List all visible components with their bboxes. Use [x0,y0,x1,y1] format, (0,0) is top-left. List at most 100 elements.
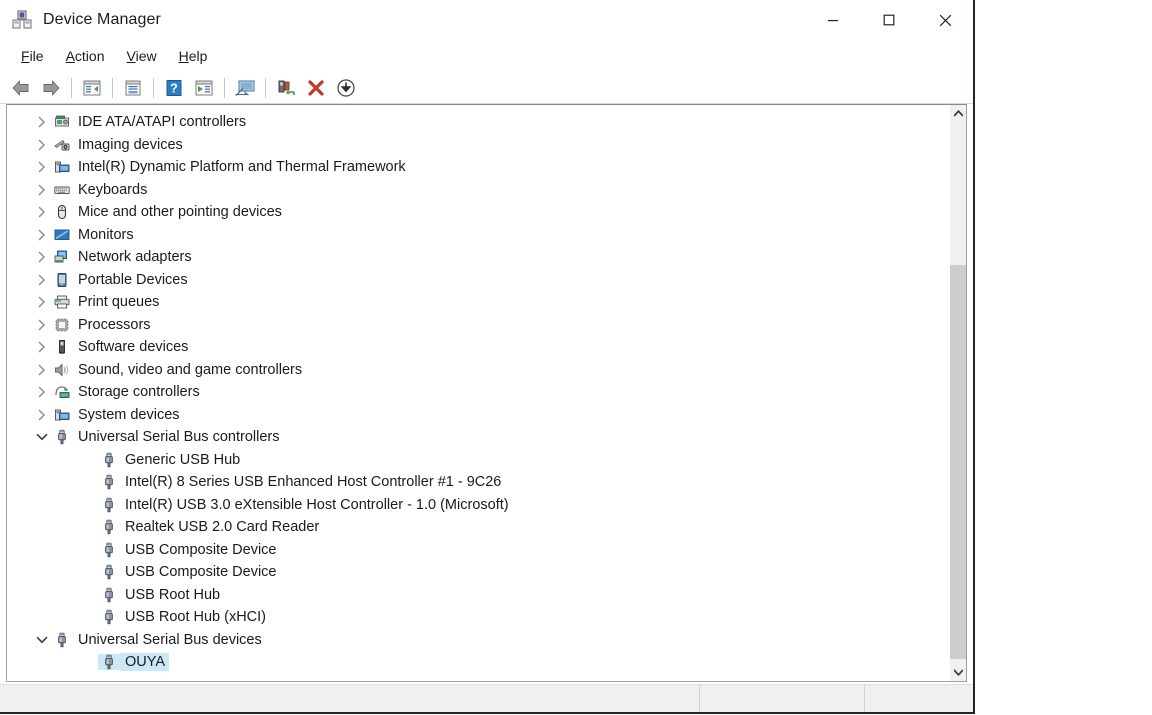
usb-icon [58,430,66,445]
red-x-icon [308,79,324,96]
imaging-device-icon [54,139,70,151]
usb-icon [98,452,120,468]
menu-help[interactable]: Help [168,44,219,68]
maximize-button[interactable] [861,0,917,40]
network-adapter-icon [51,249,73,265]
tree-expander[interactable] [33,139,51,151]
device-tree-row[interactable]: Generic USB Hub [7,449,949,472]
uninstall-device-button[interactable] [301,75,331,101]
tree-expander[interactable] [33,635,51,645]
usb-icon [105,542,113,557]
device-tree-row[interactable]: Intel(R) Dynamic Platform and Thermal Fr… [7,156,949,179]
update-driver-button[interactable] [189,75,219,101]
toolbar-separator [224,77,225,98]
device-tree-row[interactable]: IDE ATA/ATAPI controllers [7,111,949,134]
menu-action-accel: A [65,47,75,64]
device-tree-row[interactable]: Portable Devices [7,269,949,292]
tree-expander[interactable] [33,409,51,421]
device-tree-row-label: Intel(R) USB 3.0 eXtensible Host Control… [125,496,509,513]
device-tree-row[interactable]: Intel(R) USB 3.0 eXtensible Host Control… [7,494,949,517]
tree-expander[interactable] [33,341,51,353]
chevron-right-icon [38,274,46,286]
device-tree-row-label: OUYA [120,653,170,672]
device-tree-row[interactable]: Monitors [7,224,949,247]
usb-icon [105,587,113,602]
help-button[interactable]: ? [159,75,189,101]
tree-expander[interactable] [33,251,51,263]
device-tree-row[interactable]: USB Root Hub [7,584,949,607]
device-tree-row[interactable]: Network adapters [7,246,949,269]
chevron-right-icon [38,251,46,263]
tree-expander[interactable] [33,364,51,376]
device-tree-row-label: IDE ATA/ATAPI controllers [78,114,247,131]
enable-device-button[interactable] [271,75,301,101]
device-tree-row[interactable]: Realtek USB 2.0 Card Reader [7,516,949,539]
scan-hardware-changes-button[interactable] [230,75,260,101]
tree-expander[interactable] [33,432,51,442]
device-tree-row[interactable]: USB Root Hub (xHCI) [7,606,949,629]
help-icon: ? [166,79,182,96]
device-tree-row-label: Sound, video and game controllers [78,361,303,378]
tree-expander[interactable] [33,386,51,398]
usb-icon [98,497,120,513]
device-tree-row[interactable]: System devices [7,404,949,427]
device-tree-row[interactable]: Imaging devices [7,134,949,157]
chevron-right-icon [38,319,46,331]
device-tree-row[interactable]: Software devices [7,336,949,359]
device-tree-row[interactable]: USB Composite Device [7,539,949,562]
properties-button[interactable] [118,75,148,101]
tree-expander[interactable] [33,274,51,286]
menu-file-rest: ile [29,47,44,64]
usb-icon [98,609,120,625]
speaker-icon [51,362,73,378]
back-arrow-icon [12,80,29,95]
back-button[interactable] [6,75,36,101]
minimize-icon [828,20,838,22]
show-hide-console-tree-button[interactable] [77,75,107,101]
toolbar-separator [71,77,72,98]
device-tree-row-label: Software devices [78,339,189,356]
tree-expander[interactable] [33,184,51,196]
menu-file[interactable]: File [10,44,55,68]
toolbar-separator [153,77,154,98]
device-manager-icon [11,9,33,31]
tree-expander[interactable] [33,229,51,241]
device-tree-row-label: Universal Serial Bus controllers [78,429,280,446]
window-title: Device Manager [43,11,161,28]
tree-expander[interactable] [33,296,51,308]
minimize-button[interactable] [805,0,861,40]
device-tree-row[interactable]: Mice and other pointing devices [7,201,949,224]
device-tree[interactable]: IDE ATA/ATAPI controllers Imaging devices… [7,105,949,681]
device-tree-row[interactable]: Universal Serial Bus devices [7,629,949,652]
tree-expander[interactable] [33,319,51,331]
tree-expander[interactable] [33,116,51,128]
tree-expander[interactable] [33,206,51,218]
device-tree-row[interactable]: Intel(R) 8 Series USB Enhanced Host Cont… [7,471,949,494]
device-tree-row[interactable]: Keyboards [7,179,949,202]
forward-button[interactable] [36,75,66,101]
status-pane-main-text [0,687,6,701]
scrollbar-thumb[interactable] [950,265,966,659]
scroll-up-button[interactable] [950,105,966,122]
device-tree-row[interactable]: Processors [7,314,949,337]
device-tree-row[interactable]: Storage controllers [7,381,949,404]
scroll-down-button[interactable] [950,664,966,681]
menu-action[interactable]: Action [55,44,116,68]
scroll-down-icon [954,669,963,676]
device-tree-row[interactable]: OUYA [7,651,949,674]
vertical-scrollbar[interactable] [949,105,966,681]
device-tree-row[interactable]: Print queues [7,291,949,314]
usb-icon [105,475,113,490]
close-button[interactable] [917,0,973,40]
printer-icon [51,294,73,310]
device-tree-row-label: Universal Serial Bus devices [78,631,262,648]
disable-device-button[interactable] [331,75,361,101]
device-tree-row[interactable]: Sound, video and game controllers [7,359,949,382]
device-tree-row[interactable]: USB Composite Device [7,561,949,584]
menu-view[interactable]: View [116,44,168,68]
tree-expander[interactable] [33,161,51,173]
device-tree-row-label: USB Composite Device [125,564,277,581]
device-manager-window: Device Manager File Action View Help ? I… [0,0,975,714]
device-tree-row[interactable]: Universal Serial Bus controllers [7,426,949,449]
toolbar: ? [0,72,973,104]
